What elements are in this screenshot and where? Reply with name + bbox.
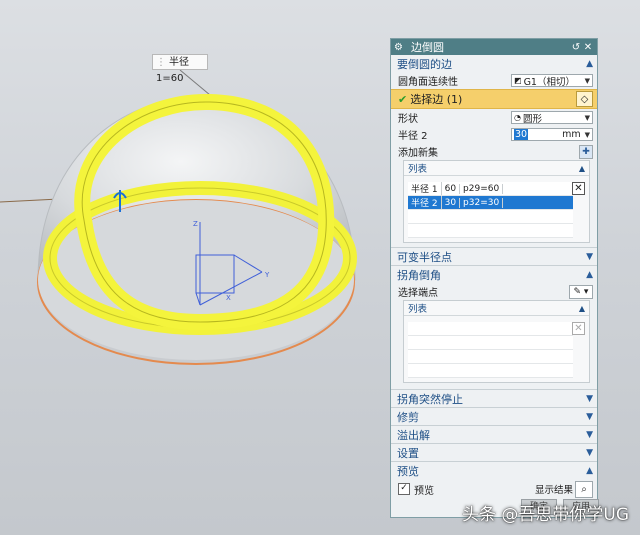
gear-icon: ⚙: [394, 41, 403, 53]
dropdown-arrow-icon: ▼: [584, 130, 590, 139]
select-endpoint-row: 选择端点 ✎ ▾: [391, 283, 597, 300]
add-set-icon: ✚: [582, 146, 590, 157]
continuity-icon: ◩: [514, 76, 522, 85]
chevron-up-icon: ▲: [586, 58, 593, 69]
section-corner-stop[interactable]: 拐角突然停止 ▼: [391, 389, 597, 407]
table-row[interactable]: 半径 2 30 p32=30: [408, 196, 573, 210]
grip-icon: ⋮: [156, 57, 166, 68]
chevron-down-icon: ▼: [586, 251, 593, 262]
endpoint-list-box: 列表 ▲ ✕: [403, 300, 590, 383]
chevron-up-icon: ▲: [578, 163, 585, 173]
cube-icon: ◇: [580, 93, 589, 105]
dropdown-arrow-icon: ▼: [584, 76, 590, 85]
add-set-row: 添加新集 ✚: [391, 143, 597, 160]
list-empty-row: [408, 364, 573, 378]
edge-list-box: 列表 ▲ 半径 1 60 p29=60 半径 2 30 p32=30 ✕: [403, 160, 590, 243]
preview-checkbox[interactable]: ✓: [398, 483, 410, 495]
graphics-viewport[interactable]: Z Y X ⋮ 半径 1=60: [0, 0, 390, 535]
list-header[interactable]: 列表 ▲: [404, 161, 589, 176]
section-overflow[interactable]: 溢出解 ▼: [391, 425, 597, 443]
remove-item-icon[interactable]: ✕: [572, 182, 585, 195]
y-axis-label: Y: [264, 271, 270, 279]
edge-list-table: 半径 1 60 p29=60 半径 2 30 p32=30 ✕: [408, 182, 585, 238]
dialog-titlebar[interactable]: ⚙ 边倒圆 ↺ ✕: [391, 39, 597, 55]
list-empty-row: [408, 350, 573, 364]
dialog-title: 边倒圆: [411, 41, 444, 54]
check-icon: ✔: [398, 92, 408, 106]
z-axis-label: Z: [193, 220, 198, 228]
section-trim[interactable]: 修剪 ▼: [391, 407, 597, 425]
x-axis-label: X: [226, 294, 231, 302]
preview-row: ✓ 预览 显示结果 ⌕: [391, 479, 597, 499]
point-dialog-button[interactable]: ✎ ▾: [569, 284, 593, 299]
radius-input[interactable]: 30 mm ▼: [511, 128, 593, 141]
chevron-down-icon: ▼: [586, 411, 593, 422]
shape-row: 形状 ◔ 圆形 ▼: [391, 109, 597, 126]
edge-blend-dialog: ⚙ 边倒圆 ↺ ✕ 要倒圆的边 ▲ 圆角面连续性 ◩ G1（相切） ▼ ✔ 选择…: [390, 38, 599, 518]
model-view: Z Y X: [0, 69, 357, 365]
show-result-control[interactable]: 显示结果 ⌕: [535, 480, 593, 498]
chevron-up-icon: ▲: [586, 465, 593, 476]
section-preview[interactable]: 预览 ▲: [391, 461, 597, 479]
shape-select[interactable]: ◔ 圆形 ▼: [511, 111, 593, 125]
list-empty-row: [408, 336, 573, 350]
list-empty-row: [408, 322, 573, 336]
list-empty-row: [408, 210, 573, 224]
chevron-down-icon: ▼: [586, 447, 593, 458]
edge-select-cube-button[interactable]: ◇: [576, 91, 593, 107]
add-set-button[interactable]: ✚: [579, 144, 593, 159]
continuity-select[interactable]: ◩ G1（相切） ▼: [511, 74, 593, 88]
section-edge[interactable]: 要倒圆的边 ▲: [391, 55, 597, 72]
chevron-up-icon: ▲: [578, 303, 585, 313]
section-corner-setback[interactable]: 拐角倒角 ▲: [391, 265, 597, 283]
select-edge-row[interactable]: ✔ 选择边 (1) ◇: [391, 89, 597, 109]
list-empty-row: [408, 224, 573, 238]
section-settings[interactable]: 设置 ▼: [391, 443, 597, 461]
radius-row: 半径 2 30 mm ▼: [391, 126, 597, 143]
chevron-up-icon: ▲: [586, 269, 593, 280]
shape-icon: ◔: [514, 113, 521, 122]
point-wand-icon: ✎ ▾: [573, 286, 589, 297]
section-variable-radius[interactable]: 可变半径点 ▼: [391, 247, 597, 265]
close-icon[interactable]: ✕: [582, 42, 594, 53]
remove-item-icon[interactable]: ✕: [572, 322, 585, 335]
endpoint-list-table: ✕: [408, 322, 585, 378]
watermark-text: 头条 @吾思带你学UG: [462, 505, 630, 525]
chevron-down-icon: ▼: [586, 393, 593, 404]
radius-dimension-label[interactable]: ⋮ 半径 1=60: [152, 54, 208, 84]
list-header[interactable]: 列表 ▲: [404, 301, 589, 316]
dropdown-arrow-icon: ▼: [584, 113, 590, 122]
table-row[interactable]: 半径 1 60 p29=60: [408, 182, 573, 196]
continuity-row: 圆角面连续性 ◩ G1（相切） ▼: [391, 72, 597, 89]
reset-icon[interactable]: ↺: [570, 42, 582, 53]
chevron-down-icon: ▼: [586, 429, 593, 440]
search-icon[interactable]: ⌕: [575, 480, 593, 498]
